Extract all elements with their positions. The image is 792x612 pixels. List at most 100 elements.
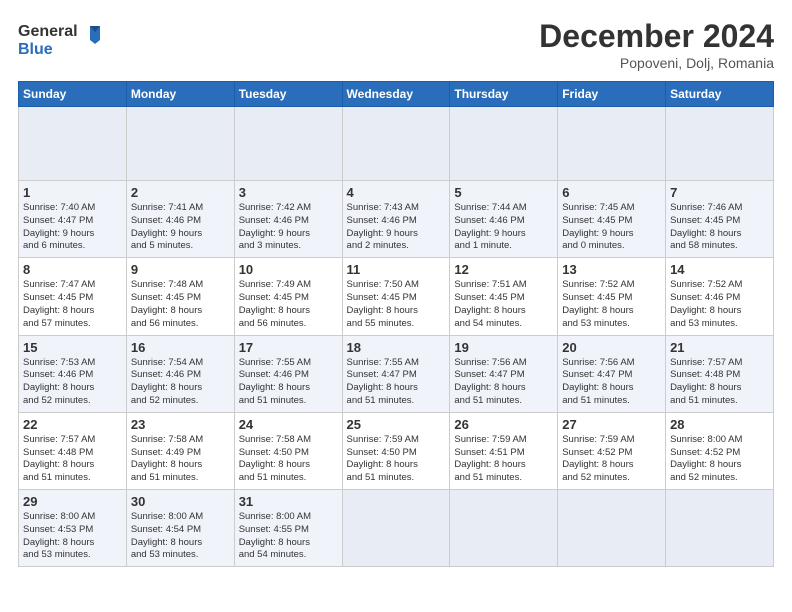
day-number: 30: [131, 494, 230, 509]
day-number: 14: [670, 262, 769, 277]
day-number: 1: [23, 185, 122, 200]
day-info: Daylight: 8 hours: [131, 537, 230, 550]
day-info: Sunrise: 7:54 AM: [131, 357, 230, 370]
day-info: Sunrise: 7:41 AM: [131, 202, 230, 215]
cell-w3-d0: 15Sunrise: 7:53 AMSunset: 4:46 PMDayligh…: [19, 335, 127, 412]
day-number: 24: [239, 417, 338, 432]
day-info: Sunset: 4:46 PM: [131, 369, 230, 382]
cell-w1-d3: 4Sunrise: 7:43 AMSunset: 4:46 PMDaylight…: [342, 181, 450, 258]
cell-w4-d0: 22Sunrise: 7:57 AMSunset: 4:48 PMDayligh…: [19, 412, 127, 489]
day-info: Sunrise: 7:57 AM: [670, 357, 769, 370]
day-info: and 5 minutes.: [131, 240, 230, 253]
cell-w4-d1: 23Sunrise: 7:58 AMSunset: 4:49 PMDayligh…: [126, 412, 234, 489]
cell-w2-d3: 11Sunrise: 7:50 AMSunset: 4:45 PMDayligh…: [342, 258, 450, 335]
day-info: and 51 minutes.: [347, 472, 446, 485]
col-sunday: Sunday: [19, 82, 127, 107]
day-info: Daylight: 8 hours: [670, 382, 769, 395]
cell-w5-d4: [450, 490, 558, 567]
week-row-1: 1 Sunrise: 7:40 AMSunset: 4:47 PM Daylight…: [19, 181, 774, 258]
day-number: 8: [23, 262, 122, 277]
day-number: 22: [23, 417, 122, 432]
day-info: Sunrise: 7:59 AM: [347, 434, 446, 447]
day-info: Sunset: 4:50 PM: [239, 447, 338, 460]
day-info: Daylight: 9 hours: [239, 228, 338, 241]
day-info: Sunrise: 7:46 AM: [670, 202, 769, 215]
week-row-2: 8Sunrise: 7:47 AMSunset: 4:45 PMDaylight…: [19, 258, 774, 335]
cell-w3-d1: 16Sunrise: 7:54 AMSunset: 4:46 PMDayligh…: [126, 335, 234, 412]
day-info: Sunset: 4:47 PM: [454, 369, 553, 382]
day-info: Sunrise: 7:50 AM: [347, 279, 446, 292]
day-info: Sunrise: 7:42 AM: [239, 202, 338, 215]
day-number: 7: [670, 185, 769, 200]
day-info: and 51 minutes.: [454, 395, 553, 408]
day-number: 6: [562, 185, 661, 200]
day-info: Daylight: 8 hours: [454, 382, 553, 395]
day-info: Daylight: 8 hours: [23, 305, 122, 318]
day-info: Sunset: 4:52 PM: [562, 447, 661, 460]
day-info: Sunrise: 7:55 AM: [347, 357, 446, 370]
calendar-body: 1Sunrise: 7:40 AMSunset: 4:47 PMDaylight…: [19, 107, 774, 567]
cell-w2-d2: 10Sunrise: 7:49 AMSunset: 4:45 PMDayligh…: [234, 258, 342, 335]
day-number: 12: [454, 262, 553, 277]
day-info: Sunrise: 8:00 AM: [239, 511, 338, 524]
day-info: Sunrise: 7:44 AM: [454, 202, 553, 215]
day-info: Daylight: 8 hours: [562, 382, 661, 395]
day-info: Sunset: 4:50 PM: [347, 447, 446, 460]
cell-w3-d4: 19Sunrise: 7:56 AMSunset: 4:47 PMDayligh…: [450, 335, 558, 412]
logo: General Blue: [18, 18, 108, 63]
day-info: Sunrise: 7:53 AM: [23, 357, 122, 370]
day-info: Daylight: 8 hours: [347, 382, 446, 395]
day-info: Sunrise: 7:55 AM: [239, 357, 338, 370]
cell-w3-d2: 17Sunrise: 7:55 AMSunset: 4:46 PMDayligh…: [234, 335, 342, 412]
day-info: Daylight: 8 hours: [239, 382, 338, 395]
col-monday: Monday: [126, 82, 234, 107]
day-info: and 53 minutes.: [131, 549, 230, 562]
header: General Blue December 2024 Popoveni, Dol…: [18, 18, 774, 71]
col-thursday: Thursday: [450, 82, 558, 107]
day-info: and 3 minutes.: [239, 240, 338, 253]
logo-svg: General Blue: [18, 18, 108, 63]
day-number: 31: [239, 494, 338, 509]
day-info: and 52 minutes.: [670, 472, 769, 485]
day-info: Sunset: 4:47 PM: [23, 215, 122, 228]
day-info: Sunset: 4:45 PM: [454, 292, 553, 305]
cell-w5-d1: 30Sunrise: 8:00 AMSunset: 4:54 PMDayligh…: [126, 490, 234, 567]
day-info: Sunrise: 7:48 AM: [131, 279, 230, 292]
day-info: Daylight: 8 hours: [454, 305, 553, 318]
day-info: and 51 minutes.: [347, 395, 446, 408]
cell-w2-d5: 13Sunrise: 7:52 AMSunset: 4:45 PMDayligh…: [558, 258, 666, 335]
cell-w0-d0: [19, 107, 127, 181]
calendar-header-row: Sunday Monday Tuesday Wednesday Thursday…: [19, 82, 774, 107]
day-info: and 52 minutes.: [562, 472, 661, 485]
day-number: 10: [239, 262, 338, 277]
day-info: Daylight: 8 hours: [670, 459, 769, 472]
day-info: Daylight: 8 hours: [347, 305, 446, 318]
cell-w1-d2: 3Sunrise: 7:42 AMSunset: 4:46 PMDaylight…: [234, 181, 342, 258]
day-number: 17: [239, 340, 338, 355]
day-info: Daylight: 8 hours: [131, 459, 230, 472]
day-info: Sunset: 4:48 PM: [670, 369, 769, 382]
day-info: Sunrise: 7:58 AM: [239, 434, 338, 447]
day-info: Daylight: 8 hours: [23, 537, 122, 550]
day-info: Sunset: 4:45 PM: [670, 215, 769, 228]
page: General Blue December 2024 Popoveni, Dol…: [0, 0, 792, 612]
day-info: and 51 minutes.: [562, 395, 661, 408]
cell-w3-d3: 18Sunrise: 7:55 AMSunset: 4:47 PMDayligh…: [342, 335, 450, 412]
cell-w3-d5: 20Sunrise: 7:56 AMSunset: 4:47 PMDayligh…: [558, 335, 666, 412]
day-info: and 56 minutes.: [239, 318, 338, 331]
day-info: and 51 minutes.: [454, 472, 553, 485]
day-info: Sunrise: 7:49 AM: [239, 279, 338, 292]
day-number: 28: [670, 417, 769, 432]
day-number: 27: [562, 417, 661, 432]
day-info: Sunrise: 7:57 AM: [23, 434, 122, 447]
day-info: Sunrise: 7:51 AM: [454, 279, 553, 292]
day-info: Sunrise: 7:40 AM: [23, 202, 122, 215]
svg-text:Blue: Blue: [18, 41, 53, 58]
cell-w5-d5: [558, 490, 666, 567]
day-info: and 0 minutes.: [562, 240, 661, 253]
day-info: Sunrise: 7:52 AM: [670, 279, 769, 292]
day-info: Sunset: 4:54 PM: [131, 524, 230, 537]
cell-w1-d4: 5Sunrise: 7:44 AMSunset: 4:46 PMDaylight…: [450, 181, 558, 258]
day-info: Daylight: 8 hours: [131, 305, 230, 318]
day-info: Sunset: 4:51 PM: [454, 447, 553, 460]
